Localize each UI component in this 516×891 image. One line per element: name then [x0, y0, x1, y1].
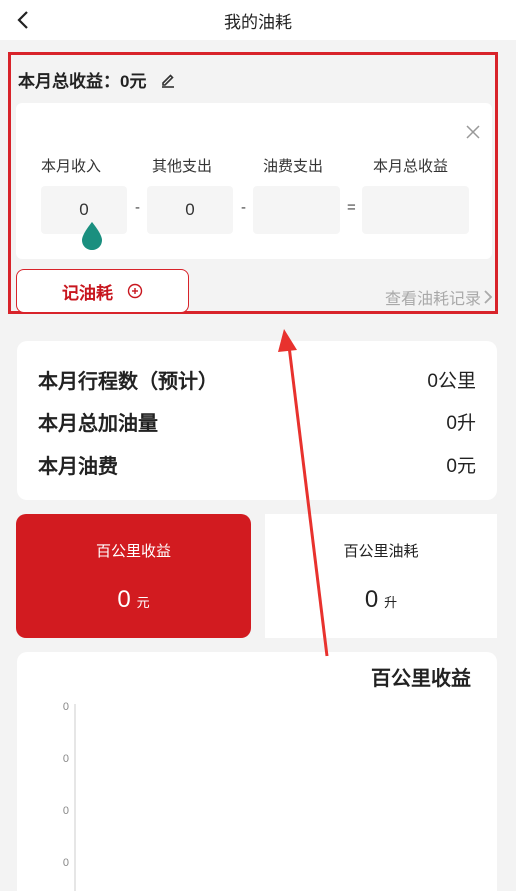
pencil-icon[interactable] [160, 72, 176, 88]
back-button[interactable] [12, 8, 34, 32]
metric-number: 0 [364, 586, 379, 613]
plus-circle-icon [127, 283, 143, 299]
metric-unit: 升 [384, 595, 398, 610]
close-icon[interactable] [464, 123, 482, 141]
fuel-per-100km-tab[interactable]: 百公里油耗 0 升 [265, 514, 497, 638]
record-fuel-button[interactable]: 记油耗 [16, 269, 189, 313]
equals-operator: = [347, 199, 356, 216]
y-tick-label: 0 [63, 805, 69, 817]
record-fuel-label: 记油耗 [62, 283, 113, 303]
other-expense-input[interactable]: 0 [147, 186, 233, 234]
y-tick-label: 0 [63, 753, 69, 765]
monthly-stats-card: 本月行程数（预计） 0公里 本月总加油量 0升 本月油费 0元 [17, 341, 497, 500]
stat-label: 本月行程数（预计） [38, 370, 218, 393]
income-per-100km-tab[interactable]: 百公里收益 0 元 [16, 514, 251, 638]
total-profit-field [362, 186, 469, 234]
total-profit-label: 本月总收益 [373, 158, 449, 175]
top-bar: 我的油耗 [0, 0, 516, 40]
stat-row-trips: 本月行程数（预计） 0公里 [38, 365, 476, 393]
stat-row-fuel-volume: 本月总加油量 0升 [38, 407, 476, 435]
stat-row-fuel-cost: 本月油费 0元 [38, 450, 476, 478]
y-tick-label: 0 [63, 701, 69, 713]
minus-operator: - [135, 199, 140, 216]
income-label: 本月收入 [41, 158, 102, 175]
water-drop-icon [79, 221, 105, 251]
stat-value: 0公里 [427, 370, 476, 392]
summary-header: 本月总收益：0元 [18, 67, 176, 92]
minus-operator: - [241, 199, 246, 216]
other-expense-label: 其他支出 [152, 158, 213, 175]
metric-label: 百公里油耗 [343, 543, 419, 560]
view-records-label: 查看油耗记录 [384, 291, 481, 308]
fuel-expense-label: 油费支出 [263, 158, 324, 175]
monthly-total-profit: 本月总收益：0元 [18, 72, 147, 91]
monthly-summary-card: 本月总收益：0元 本月收入 其他支出 油费支出 本月总收益 0 - 0 - = [8, 52, 498, 314]
page-title: 我的油耗 [224, 12, 292, 32]
stat-value: 0升 [446, 412, 476, 434]
metric-unit: 元 [136, 595, 150, 610]
stat-label: 本月油费 [38, 455, 118, 478]
fuel-expense-field [253, 186, 340, 234]
stat-label: 本月总加油量 [38, 412, 158, 435]
view-fuel-records-link[interactable]: 查看油耗记录 [385, 285, 493, 309]
chevron-left-icon [17, 11, 28, 29]
metric-number: 0 [117, 586, 131, 613]
chart-card: 百公里收益 0000 [17, 652, 497, 891]
metric-value: 0 元 [16, 586, 251, 614]
metric-label: 百公里收益 [95, 543, 171, 560]
stat-value: 0元 [446, 455, 476, 477]
chevron-right-icon [484, 290, 493, 304]
metric-value: 0 升 [265, 586, 497, 614]
y-tick-label: 0 [63, 857, 69, 869]
income-chart: 0 0 0 0 [63, 701, 76, 891]
profit-calculator: 本月收入 其他支出 油费支出 本月总收益 0 - 0 - = [16, 103, 492, 259]
